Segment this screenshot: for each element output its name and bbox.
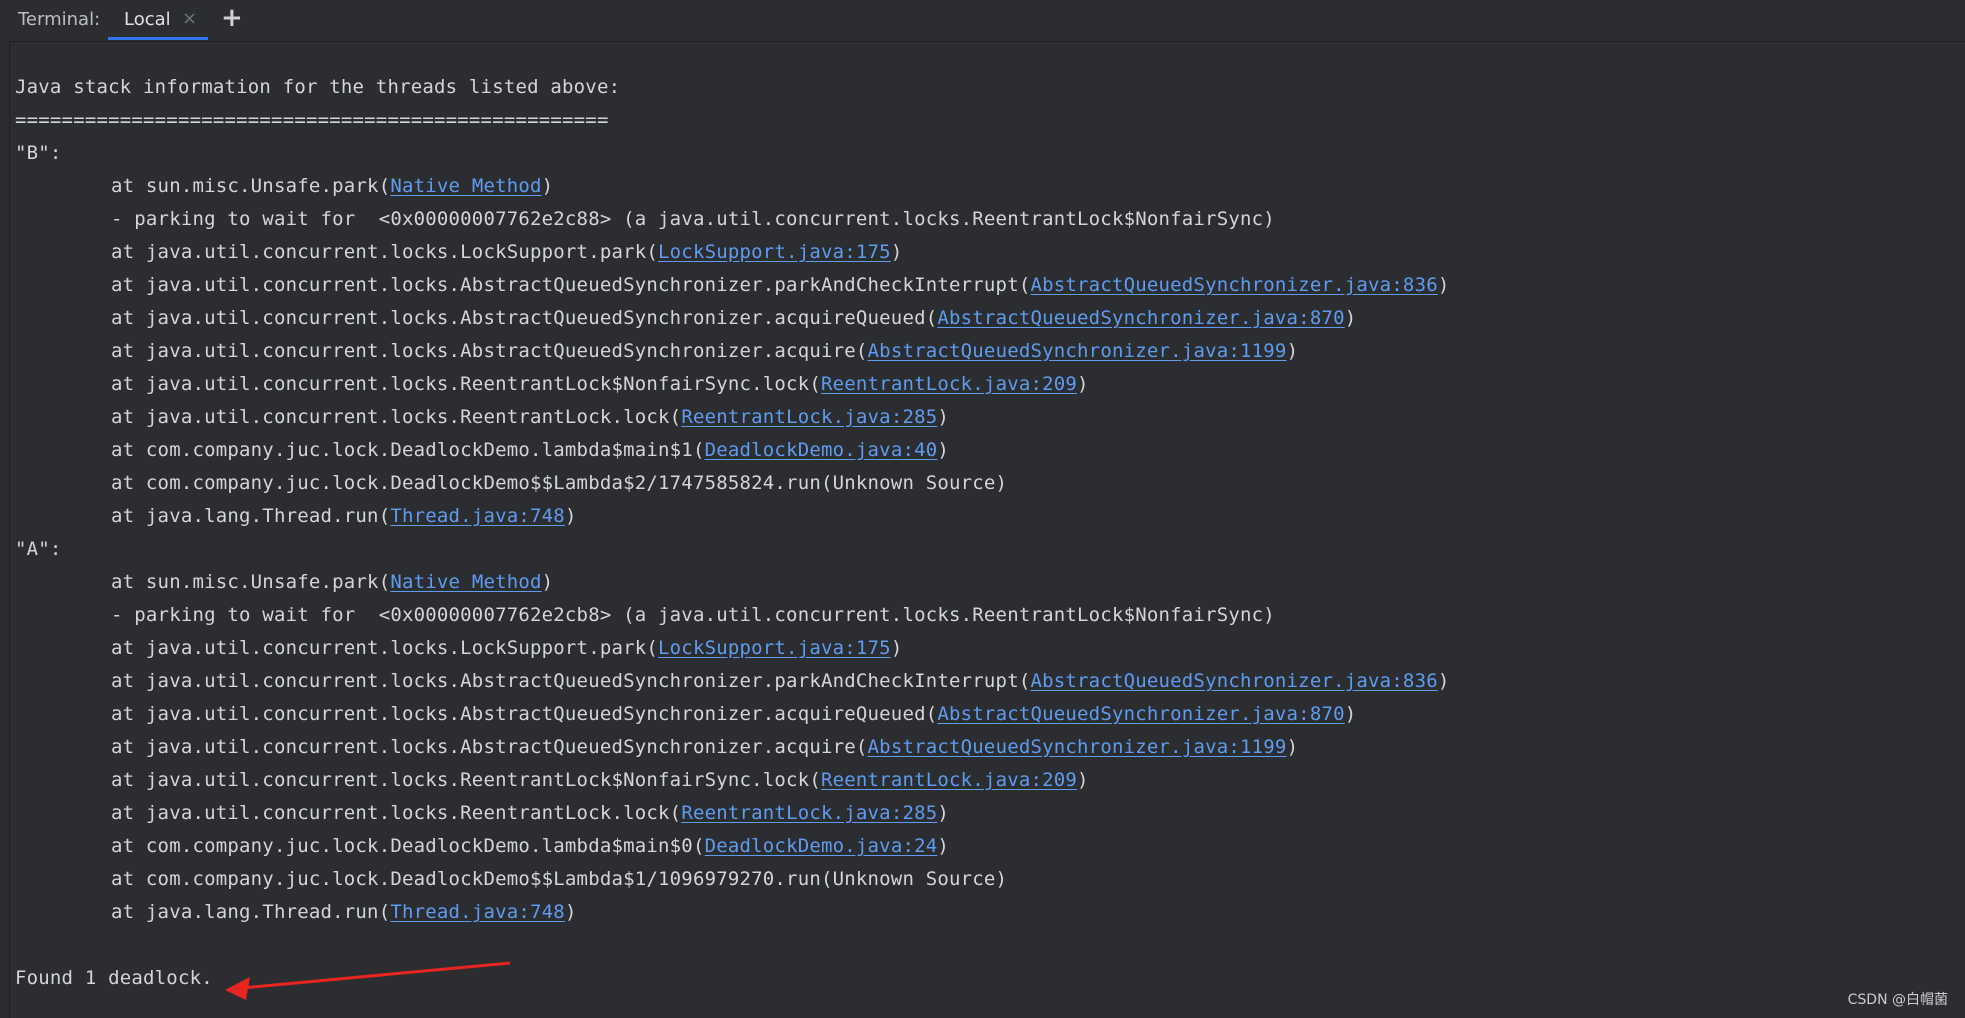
source-link[interactable]: Thread.java:748: [390, 505, 565, 527]
source-link[interactable]: AbstractQueuedSynchronizer.java:870: [937, 703, 1344, 725]
source-link[interactable]: LockSupport.java:175: [658, 637, 891, 659]
stack-frame-tail: ): [1077, 373, 1089, 395]
stack-frame-line: at java.util.concurrent.locks.AbstractQu…: [15, 670, 1450, 703]
stack-frame-line: - parking to wait for <0x00000007762e2c8…: [15, 208, 1275, 241]
stack-frame-tail: ): [541, 175, 554, 197]
stack-frame-line: at com.company.juc.lock.DeadlockDemo$$La…: [15, 868, 1007, 901]
source-link[interactable]: ReentrantLock.java:285: [681, 802, 937, 824]
stack-frame-text: at sun.misc.Unsafe.park(: [111, 571, 391, 593]
stack-frame-line: at java.util.concurrent.locks.AbstractQu…: [15, 340, 1298, 373]
stack-frame-line: at java.util.concurrent.locks.ReentrantL…: [15, 406, 949, 439]
thread-name: "B":: [15, 142, 62, 164]
tab-local-label: Local: [124, 9, 171, 30]
stack-frame-tail: ): [1286, 340, 1299, 362]
source-link[interactable]: Native Method: [390, 175, 541, 197]
stack-frame-line: at java.util.concurrent.locks.ReentrantL…: [15, 769, 1089, 802]
stack-frame-text: at java.util.concurrent.locks.AbstractQu…: [111, 307, 938, 329]
stack-frame-line: - parking to wait for <0x00000007762e2cb…: [15, 604, 1275, 637]
left-gutter: [0, 0, 10, 1018]
stack-frame-line: at java.util.concurrent.locks.AbstractQu…: [15, 274, 1450, 307]
stack-frame-line: at java.lang.Thread.run(Thread.java:748): [15, 901, 577, 934]
stack-frame-text: at java.util.concurrent.locks.AbstractQu…: [111, 670, 1031, 692]
stack-frame-text: at java.util.concurrent.locks.ReentrantL…: [111, 769, 821, 791]
stack-frame-text: - parking to wait for <0x00000007762e2cb…: [111, 604, 1275, 626]
stack-frame-text: - parking to wait for <0x00000007762e2c8…: [111, 208, 1275, 230]
stack-frame-text: at java.util.concurrent.locks.AbstractQu…: [111, 736, 868, 758]
source-link[interactable]: AbstractQueuedSynchronizer.java:836: [1030, 670, 1437, 692]
stack-frame-line: at java.lang.Thread.run(Thread.java:748): [15, 505, 577, 538]
stack-frame-line: at java.util.concurrent.locks.AbstractQu…: [15, 736, 1298, 769]
stack-frame-line: at java.util.concurrent.locks.ReentrantL…: [15, 802, 949, 835]
stack-frame-line: at java.util.concurrent.locks.AbstractQu…: [15, 307, 1356, 340]
stack-frame-text: at com.company.juc.lock.DeadlockDemo.lam…: [111, 439, 705, 461]
stack-frame-tail: ): [937, 406, 950, 428]
stack-frame-text: at java.util.concurrent.locks.AbstractQu…: [111, 340, 868, 362]
stack-frame-line: at com.company.juc.lock.DeadlockDemo.lam…: [15, 835, 949, 868]
stack-frame-text: at java.util.concurrent.locks.ReentrantL…: [111, 802, 682, 824]
stack-frame-line: at java.util.concurrent.locks.AbstractQu…: [15, 703, 1356, 736]
source-link[interactable]: Native Method: [390, 571, 541, 593]
source-link[interactable]: Thread.java:748: [390, 901, 565, 923]
stack-frame-tail: ): [1286, 736, 1299, 758]
source-link[interactable]: DeadlockDemo.java:24: [705, 835, 938, 857]
separator-line: ========================================…: [15, 109, 609, 131]
terminal-output[interactable]: Java stack information for the threads l…: [15, 76, 1945, 996]
active-tab-indicator: [108, 37, 208, 40]
stack-frame-text: at java.lang.Thread.run(: [111, 901, 391, 923]
source-link[interactable]: AbstractQueuedSynchronizer.java:870: [937, 307, 1344, 329]
stack-frame-tail: ): [1437, 670, 1450, 692]
stack-frame-text: at java.util.concurrent.locks.ReentrantL…: [111, 406, 682, 428]
stack-header: Java stack information for the threads l…: [15, 76, 621, 98]
source-link[interactable]: LockSupport.java:175: [658, 241, 891, 263]
stack-frame-tail: ): [541, 571, 554, 593]
source-link[interactable]: AbstractQueuedSynchronizer.java:1199: [868, 340, 1287, 362]
stack-frame-text: at java.util.concurrent.locks.LockSuppor…: [111, 241, 659, 263]
source-link[interactable]: ReentrantLock.java:285: [681, 406, 937, 428]
stack-frame-tail: ): [1077, 769, 1089, 791]
stack-frame-text: at com.company.juc.lock.DeadlockDemo.lam…: [111, 835, 705, 857]
stack-frame-line: at com.company.juc.lock.DeadlockDemo$$La…: [15, 472, 1007, 505]
stack-frame-tail: ): [1344, 703, 1357, 725]
stack-frame-tail: ): [937, 439, 950, 461]
source-link[interactable]: ReentrantLock.java:209: [821, 769, 1077, 791]
stack-frame-text: at java.lang.Thread.run(: [111, 505, 391, 527]
close-icon[interactable]: ×: [182, 8, 197, 29]
stack-frame-tail: ): [890, 241, 903, 263]
stack-frame-line: at java.util.concurrent.locks.LockSuppor…: [15, 241, 902, 274]
stack-frame-text: at sun.misc.Unsafe.park(: [111, 175, 391, 197]
terminal-tab-bar: Terminal: Local × +: [9, 0, 1965, 42]
stack-frame-line: at sun.misc.Unsafe.park(Native Method): [15, 571, 553, 604]
stack-frame-text: at java.util.concurrent.locks.LockSuppor…: [111, 637, 659, 659]
source-link[interactable]: AbstractQueuedSynchronizer.java:1199: [868, 736, 1287, 758]
stack-frame-tail: ): [564, 901, 577, 923]
stack-frame-text: at java.util.concurrent.locks.AbstractQu…: [111, 274, 1031, 296]
source-link[interactable]: ReentrantLock.java:209: [821, 373, 1077, 395]
source-link[interactable]: DeadlockDemo.java:40: [705, 439, 938, 461]
stack-frame-tail: ): [1437, 274, 1450, 296]
ide-terminal-window: Terminal: Local × + Java stack informati…: [0, 0, 1965, 1018]
stack-frame-line: at sun.misc.Unsafe.park(Native Method): [15, 175, 553, 208]
deadlock-summary: Found 1 deadlock.: [15, 967, 213, 989]
thread-name: "A":: [15, 538, 62, 560]
source-link[interactable]: AbstractQueuedSynchronizer.java:836: [1030, 274, 1437, 296]
stack-frame-line: at java.util.concurrent.locks.LockSuppor…: [15, 637, 902, 670]
stack-frame-tail: ): [564, 505, 577, 527]
tab-local[interactable]: Local ×: [108, 0, 208, 41]
stack-frame-text: at com.company.juc.lock.DeadlockDemo$$La…: [111, 472, 1008, 494]
stack-frame-line: at com.company.juc.lock.DeadlockDemo.lam…: [15, 439, 949, 472]
stack-frame-text: at com.company.juc.lock.DeadlockDemo$$La…: [111, 868, 1008, 890]
stack-frame-tail: ): [1344, 307, 1357, 329]
add-icon[interactable]: +: [221, 3, 243, 33]
stack-frame-tail: ): [937, 835, 950, 857]
stack-frame-tail: ): [937, 802, 950, 824]
red-arrow-annotation: [225, 961, 511, 1000]
terminal-title: Terminal:: [18, 9, 101, 30]
stack-frame-text: at java.util.concurrent.locks.AbstractQu…: [111, 703, 938, 725]
watermark: CSDN @白帽菌: [1847, 992, 1948, 1008]
stack-frame-line: at java.util.concurrent.locks.ReentrantL…: [15, 373, 1089, 406]
stack-frame-text: at java.util.concurrent.locks.ReentrantL…: [111, 373, 821, 395]
stack-frame-tail: ): [890, 637, 903, 659]
